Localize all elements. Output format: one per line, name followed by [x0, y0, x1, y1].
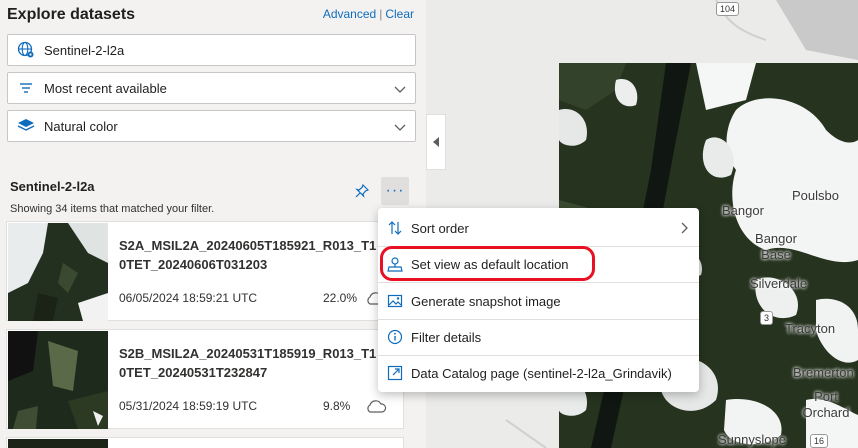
- chevron-down-icon: [393, 82, 407, 99]
- scene-date: 05/31/2024 18:59:19 UTC: [119, 399, 258, 413]
- cloud-cover: 22.0%: [323, 291, 358, 305]
- map-label: Bangor: [722, 203, 764, 218]
- filter-lines-icon: [8, 81, 44, 95]
- sort-icon: [378, 220, 411, 236]
- menu-item-label: Data Catalog page (sentinel-2-l2a_Grinda…: [411, 365, 672, 381]
- scene-name: S2B_MSIL2A_20240531T185919_R013_T10TET_2…: [119, 346, 377, 380]
- render-value: Natural color: [44, 118, 118, 134]
- scene-thumbnail: [8, 439, 108, 448]
- layers-icon: [8, 118, 44, 134]
- scene-name: S2A_MSIL2A_20240605T185921_R013_T10TET_2…: [119, 238, 377, 272]
- location-icon: [378, 256, 411, 272]
- map-label: Bangor Base: [755, 231, 797, 262]
- render-dropdown[interactable]: Natural color: [7, 110, 416, 142]
- results-title: Sentinel-2-l2a: [10, 179, 95, 194]
- menu-item-sort-order[interactable]: Sort order: [378, 210, 699, 246]
- scene-thumbnail: [8, 223, 108, 321]
- globe-icon: [8, 41, 44, 59]
- map-label: Silverdale: [750, 276, 808, 291]
- map-label: Port Orchard: [802, 389, 850, 420]
- advanced-link[interactable]: Advanced: [323, 7, 376, 21]
- collection-value: Sentinel-2-l2a: [44, 42, 125, 58]
- chevron-left-icon: [433, 137, 439, 147]
- menu-item-filter-details[interactable]: Filter details: [378, 319, 699, 355]
- collapse-panel-button[interactable]: [426, 114, 446, 170]
- page-title: Explore datasets: [7, 6, 136, 23]
- image-icon: [378, 293, 411, 309]
- header-links: Advanced | Clear: [323, 7, 414, 21]
- explore-panel: Explore datasets Advanced | Clear Sentinel…: [0, 0, 426, 448]
- scene-thumbnail: [8, 331, 108, 429]
- cloud-cover: 9.8%: [323, 399, 351, 413]
- menu-item-label: Generate snapshot image: [411, 293, 561, 309]
- cloud-icon: [365, 400, 387, 417]
- menu-item-label: Set view as default location: [411, 256, 569, 272]
- results-summary: Showing 34 items that matched your filte…: [10, 203, 215, 215]
- sort-dropdown[interactable]: Most recent available: [7, 72, 416, 104]
- route-badge: 104: [716, 2, 740, 16]
- link-separator: |: [379, 7, 383, 21]
- map-label: Bremerton: [793, 365, 854, 380]
- map-label: Poulsbo: [792, 188, 839, 203]
- chevron-right-icon: [679, 221, 689, 238]
- open-link-icon: [378, 365, 411, 381]
- result-card[interactable]: S2A_MSIL2A_20240605T185921_R013_T10TET_2…: [6, 221, 404, 321]
- collection-selector[interactable]: Sentinel-2-l2a: [7, 34, 416, 66]
- panel-header: Explore datasets Advanced | Clear Sentinel…: [0, 0, 426, 163]
- info-icon: [378, 329, 411, 345]
- sort-value: Most recent available: [44, 80, 167, 96]
- more-options-button[interactable]: ···: [381, 177, 409, 205]
- clear-link[interactable]: Clear: [385, 7, 414, 21]
- chevron-down-icon: [393, 120, 407, 137]
- route-badge: 16: [810, 434, 829, 448]
- menu-item-generate-snapshot[interactable]: Generate snapshot image: [378, 283, 699, 319]
- more-options-menu: Sort order Set view as default location …: [378, 208, 699, 392]
- result-card[interactable]: [6, 437, 404, 448]
- menu-item-set-default-location[interactable]: Set view as default location: [378, 246, 699, 282]
- menu-item-data-catalog[interactable]: Data Catalog page (sentinel-2-l2a_Grinda…: [378, 355, 699, 391]
- pin-icon[interactable]: [354, 183, 370, 202]
- result-card[interactable]: S2B_MSIL2A_20240531T185919_R013_T10TET_2…: [6, 329, 404, 429]
- scene-date: 06/05/2024 18:59:21 UTC: [119, 291, 258, 305]
- map-label: Sunnyslope: [718, 432, 786, 447]
- menu-item-label: Filter details: [411, 329, 482, 345]
- route-badge: 3: [760, 311, 774, 325]
- menu-item-label: Sort order: [411, 220, 469, 236]
- map-label: Tracyton: [785, 321, 836, 336]
